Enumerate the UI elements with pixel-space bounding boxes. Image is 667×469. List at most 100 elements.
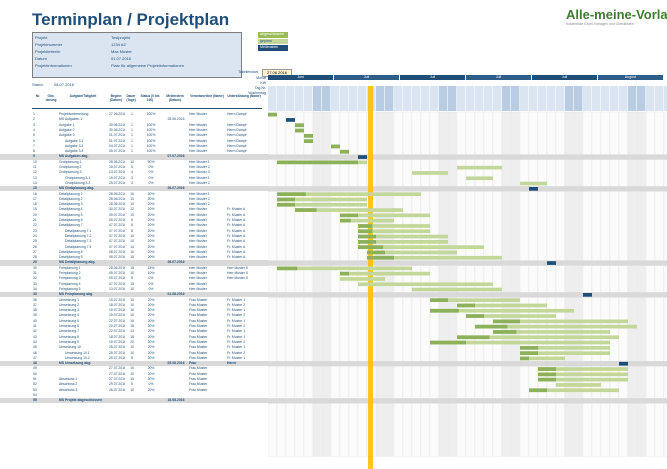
day-header xyxy=(538,86,547,111)
day-header xyxy=(655,86,664,111)
column-header[interactable]: Beginn (Datum) xyxy=(108,94,124,109)
day-header xyxy=(556,86,565,111)
day-header xyxy=(484,86,493,111)
day-header xyxy=(475,86,484,111)
day-header xyxy=(574,86,583,111)
info-value[interactable]: 01.07.2016 xyxy=(111,56,131,61)
gantt-progress xyxy=(295,128,304,133)
day-column xyxy=(600,111,610,457)
week-label: KW xyxy=(260,81,266,85)
info-value[interactable]: Platz für allgemeine Projektinformatione… xyxy=(111,63,184,68)
gantt-progress xyxy=(430,298,448,302)
gantt-bar xyxy=(340,277,385,281)
day-column xyxy=(537,111,547,457)
column-header[interactable]: Unterstützung (Name) xyxy=(226,94,262,109)
day-column xyxy=(627,111,637,457)
gantt-progress xyxy=(340,213,358,218)
gantt-progress xyxy=(538,372,556,377)
gantt-progress xyxy=(268,112,277,117)
gantt-progress xyxy=(520,356,529,361)
gantt-bar xyxy=(412,287,502,292)
day-header xyxy=(637,86,646,111)
day-header xyxy=(439,86,448,111)
day-column xyxy=(645,111,655,457)
day-label: Tag-Nr. xyxy=(254,86,266,90)
day-header xyxy=(268,86,277,111)
cell-task[interactable]: MS Projekt abgeschlossen xyxy=(59,398,109,403)
day-header xyxy=(313,86,322,111)
day-header xyxy=(403,86,412,111)
legend-planned: geplant xyxy=(258,38,288,44)
gantt-bar xyxy=(340,271,430,276)
milestone-marker xyxy=(358,155,367,159)
day-header xyxy=(592,86,601,111)
milestone-marker xyxy=(529,187,538,191)
status-date[interactable]: 08.07.2016 xyxy=(54,82,74,87)
info-label: Projektinformationen xyxy=(35,63,72,68)
group-row-band xyxy=(268,154,667,160)
day-header xyxy=(529,86,538,111)
gantt-progress xyxy=(358,234,376,239)
info-value[interactable]: Max Muster xyxy=(111,49,132,54)
cell-ms[interactable]: 16.08.2016 xyxy=(163,398,189,403)
gantt-progress xyxy=(457,335,490,340)
day-header xyxy=(619,86,628,111)
info-value[interactable]: Testprojekt xyxy=(111,35,130,40)
group-row-band xyxy=(268,186,667,192)
day-column xyxy=(492,111,502,457)
gantt-progress xyxy=(277,160,358,165)
info-label: Datum xyxy=(35,56,47,61)
day-header xyxy=(358,86,367,111)
month-label: Monat xyxy=(256,76,266,80)
gantt-progress xyxy=(295,208,317,212)
gantt-progress xyxy=(340,271,349,276)
gantt-progress xyxy=(358,240,376,244)
gantt-progress xyxy=(277,192,306,196)
gantt-progress xyxy=(520,351,538,355)
column-header[interactable]: Nr. xyxy=(32,94,44,109)
milestone-row[interactable]: 55 MS Projekt abgeschlossen 16.08.2016 xyxy=(0,398,268,404)
day-header xyxy=(610,86,619,111)
column-header[interactable]: Glie-derung xyxy=(44,94,58,109)
day-column xyxy=(510,111,520,457)
gantt-progress xyxy=(457,303,475,308)
day-column xyxy=(564,111,574,457)
gantt-progress xyxy=(529,388,547,393)
column-header[interactable]: Dauer (Tage) xyxy=(124,94,138,109)
gantt-progress xyxy=(367,250,385,255)
day-column xyxy=(555,111,565,457)
brand-logo[interactable]: Alle-meine-Vorlagen.de xyxy=(566,7,667,22)
day-header xyxy=(349,86,358,111)
legend-milestone: Meilenstein xyxy=(258,45,288,51)
column-header[interactable]: Aufgabe/Tätigkeit xyxy=(58,94,108,109)
day-header xyxy=(646,86,655,111)
gantt-bar xyxy=(520,181,547,186)
column-header[interactable]: Status (0 bis 100) xyxy=(138,94,162,109)
column-header[interactable]: Meilenstein (Datum) xyxy=(162,94,188,109)
day-header xyxy=(304,86,313,111)
gantt-bar xyxy=(457,165,502,170)
info-label: Projektleiter/in xyxy=(35,49,61,54)
gantt-progress xyxy=(340,149,349,154)
gantt-progress xyxy=(367,255,394,260)
gantt-progress xyxy=(466,314,484,318)
gantt-progress xyxy=(277,266,298,271)
gantt-progress xyxy=(430,308,459,313)
gantt-progress xyxy=(358,224,373,228)
day-header xyxy=(547,86,556,111)
day-header xyxy=(448,86,457,111)
gantt-progress xyxy=(277,197,295,202)
day-header xyxy=(628,86,637,111)
day-column xyxy=(618,111,628,457)
day-column xyxy=(609,111,619,457)
gantt-progress xyxy=(304,134,313,138)
day-header xyxy=(376,86,385,111)
milestone-marker xyxy=(286,118,295,122)
day-column xyxy=(582,111,592,457)
cell-nr[interactable]: 55 xyxy=(33,398,45,403)
gantt-progress xyxy=(358,229,373,234)
info-value[interactable]: 1234 AZ xyxy=(111,42,126,47)
day-column xyxy=(519,111,529,457)
status-label: Stand: xyxy=(32,82,44,87)
column-header[interactable]: Verantwortlich (Name) xyxy=(188,94,226,109)
